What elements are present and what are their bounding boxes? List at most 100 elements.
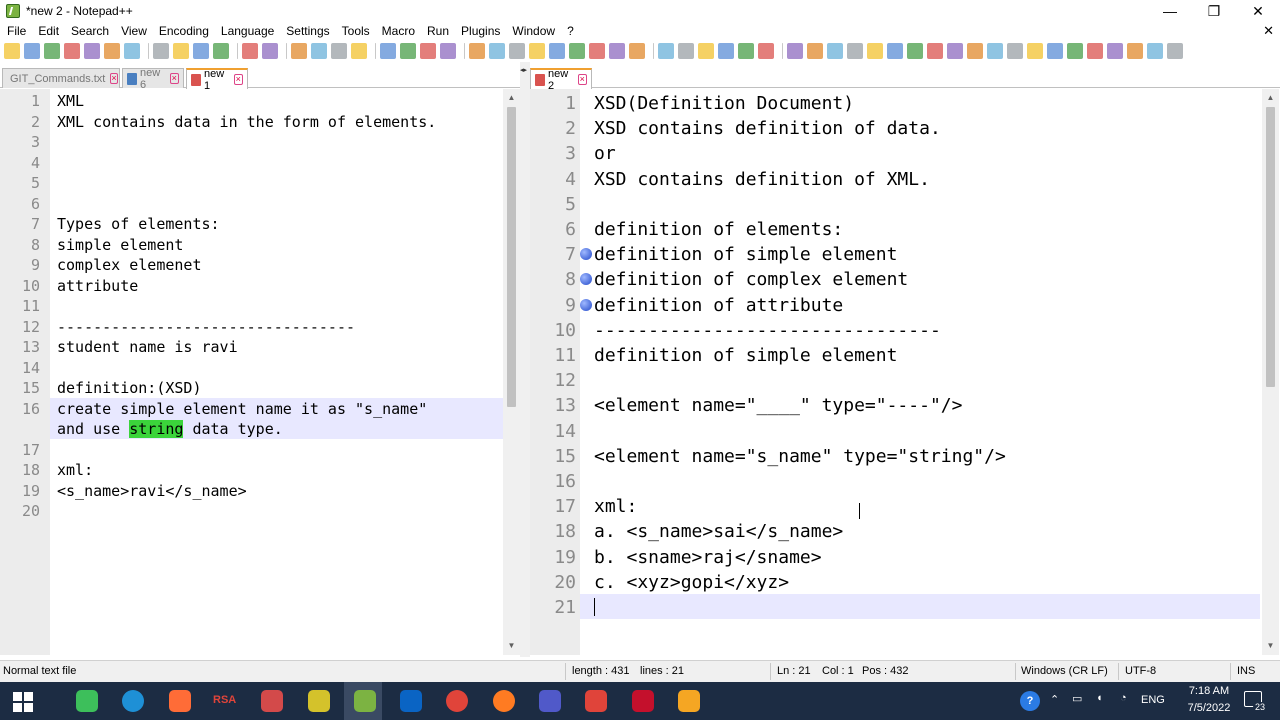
toolbar-icon[interactable] bbox=[549, 43, 565, 59]
menu-edit[interactable]: Edit bbox=[33, 22, 66, 40]
text-line[interactable]: XSD(Definition Document) bbox=[594, 91, 854, 116]
toolbar-icon[interactable] bbox=[1127, 43, 1143, 59]
toolbar-icon[interactable] bbox=[1067, 43, 1083, 59]
toolbar-icon[interactable] bbox=[718, 43, 734, 59]
menu-plugins[interactable]: Plugins bbox=[456, 22, 507, 40]
firefox-icon[interactable] bbox=[492, 690, 515, 712]
toolbar-icon[interactable] bbox=[1047, 43, 1063, 59]
toolbar-icon[interactable] bbox=[629, 43, 645, 59]
tab-git-commands-txt[interactable]: GIT_Commands.txt × bbox=[2, 68, 120, 88]
tab-close-icon[interactable]: × bbox=[169, 73, 179, 84]
menu-tools[interactable]: Tools bbox=[337, 22, 377, 40]
show-hidden-icons-icon[interactable]: ⌃ bbox=[1050, 693, 1059, 706]
text-line[interactable]: b. <sname>raj</sname> bbox=[594, 545, 822, 570]
notepad++-icon[interactable] bbox=[353, 690, 376, 712]
tab-new-6[interactable]: new 6 × bbox=[122, 67, 184, 91]
toolbar-icon[interactable] bbox=[380, 43, 396, 59]
chrome-icon[interactable] bbox=[446, 690, 469, 712]
tab-close-icon[interactable]: × bbox=[233, 74, 243, 85]
toolbar-icon[interactable] bbox=[787, 43, 803, 59]
outlook-icon[interactable] bbox=[400, 690, 423, 712]
toolbar-icon[interactable] bbox=[124, 43, 140, 59]
toolbar-icon[interactable] bbox=[658, 43, 674, 59]
text-line[interactable]: student name is ravi bbox=[57, 337, 238, 358]
bookmark-icon[interactable] bbox=[580, 298, 592, 311]
toolbar-icon[interactable] bbox=[947, 43, 963, 59]
text-line[interactable]: definition of attribute bbox=[594, 293, 843, 318]
wifi-icon[interactable]: ◔ bbox=[1120, 692, 1127, 704]
toolbar-icon[interactable] bbox=[400, 43, 416, 59]
scroll-up-icon[interactable]: ▲ bbox=[1262, 91, 1279, 105]
text-line[interactable]: definition of simple element bbox=[594, 343, 897, 368]
clock-time[interactable]: 7:18 AM bbox=[1180, 685, 1238, 697]
toolbar-icon[interactable] bbox=[609, 43, 625, 59]
tab-new-1[interactable]: new 1 × bbox=[186, 68, 248, 92]
toolbar-icon[interactable] bbox=[967, 43, 983, 59]
restore-button[interactable]: ❐ bbox=[1192, 0, 1236, 22]
clock-date[interactable]: 7/5/2022 bbox=[1176, 702, 1242, 714]
paint-icon[interactable] bbox=[261, 690, 284, 712]
toolbar-icon[interactable] bbox=[24, 43, 40, 59]
toolbar-icon[interactable] bbox=[64, 43, 80, 59]
toolbar-icon[interactable] bbox=[262, 43, 278, 59]
menu-macro[interactable]: Macro bbox=[377, 22, 422, 40]
postman-icon[interactable] bbox=[168, 690, 191, 712]
toolbar-icon[interactable] bbox=[678, 43, 694, 59]
menu-search[interactable]: Search bbox=[66, 22, 116, 40]
toolbar-icon[interactable] bbox=[311, 43, 327, 59]
left-editor[interactable]: 1 XML 2 XML contains data in the form of el… bbox=[0, 89, 503, 655]
toolbar-icon[interactable] bbox=[887, 43, 903, 59]
toolbar-icon[interactable] bbox=[867, 43, 883, 59]
text-line[interactable]: <element name="s_name" type="string"/> bbox=[594, 444, 1006, 469]
text-line[interactable]: definition of complex element bbox=[594, 267, 908, 292]
fruit-app-icon[interactable] bbox=[307, 690, 330, 712]
scroll-thumb[interactable] bbox=[1266, 107, 1275, 387]
text-line[interactable]: xml: bbox=[57, 460, 93, 481]
scroll-down-icon[interactable]: ▼ bbox=[503, 639, 520, 653]
toolbar-icon[interactable] bbox=[1147, 43, 1163, 59]
view-splitter[interactable] bbox=[520, 62, 530, 657]
toolbar-icon[interactable] bbox=[1167, 43, 1183, 59]
scroll-up-icon[interactable]: ▲ bbox=[503, 91, 520, 105]
toolbar-icon[interactable] bbox=[847, 43, 863, 59]
text-line[interactable]: -------------------------------- bbox=[594, 318, 941, 343]
toolbar-icon[interactable] bbox=[193, 43, 209, 59]
bookmark-icon[interactable] bbox=[580, 248, 592, 261]
toolbar-icon[interactable] bbox=[469, 43, 485, 59]
toolbar-icon[interactable] bbox=[420, 43, 436, 59]
text-line[interactable]: and use string data type. bbox=[57, 419, 283, 440]
toolbar-icon[interactable] bbox=[291, 43, 307, 59]
toolbar-icon[interactable] bbox=[569, 43, 585, 59]
toolbar-icon[interactable] bbox=[827, 43, 843, 59]
minimize-button[interactable]: — bbox=[1148, 0, 1192, 22]
scroll-down-icon[interactable]: ▼ bbox=[1262, 639, 1279, 653]
teams-icon[interactable] bbox=[539, 690, 561, 712]
media-player-icon[interactable] bbox=[585, 690, 608, 712]
toolbar-icon[interactable] bbox=[1107, 43, 1123, 59]
text-line[interactable]: a. <s_name>sai</s_name> bbox=[594, 519, 843, 544]
toolbar-icon[interactable] bbox=[242, 43, 258, 59]
text-line[interactable]: definition of elements: bbox=[594, 217, 843, 242]
text-line[interactable]: <element name="____" type="----"/> bbox=[594, 393, 962, 418]
text-line[interactable]: XML bbox=[57, 91, 84, 112]
right-editor[interactable]: 1 XSD(Definition Document) 2 XSD contains d… bbox=[530, 89, 1260, 655]
toolbar-icon[interactable] bbox=[1007, 43, 1023, 59]
toolbar-icon[interactable] bbox=[153, 43, 169, 59]
toolbar-icon[interactable] bbox=[758, 43, 774, 59]
text-line[interactable]: XSD contains definition of data. bbox=[594, 116, 941, 141]
toolbar-icon[interactable] bbox=[173, 43, 189, 59]
toolbar-icon[interactable] bbox=[927, 43, 943, 59]
toolbar-icon[interactable] bbox=[351, 43, 367, 59]
toolbar-icon[interactable] bbox=[698, 43, 714, 59]
help-icon[interactable]: ? bbox=[1020, 691, 1040, 711]
splitter-arrows-icon[interactable]: ◂▸ bbox=[520, 66, 528, 74]
text-line[interactable]: <s_name>ravi</s_name> bbox=[57, 481, 247, 502]
menu-language[interactable]: Language bbox=[216, 22, 281, 40]
toolbar-icon[interactable] bbox=[44, 43, 60, 59]
tab-close-icon[interactable]: × bbox=[110, 73, 118, 84]
foxit-icon[interactable] bbox=[631, 690, 654, 712]
menu-help[interactable]: ? bbox=[562, 22, 581, 40]
close-document-button[interactable]: ✕ bbox=[1263, 22, 1274, 40]
text-line[interactable]: definition:(XSD) bbox=[57, 378, 202, 399]
toolbar-icon[interactable] bbox=[440, 43, 456, 59]
